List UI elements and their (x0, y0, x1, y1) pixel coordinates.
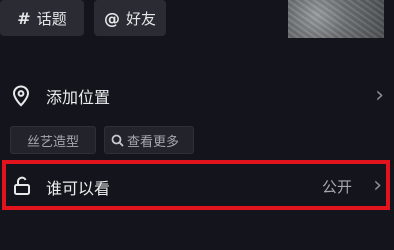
location-pin-icon (12, 85, 30, 107)
hashtag-icon: # (17, 8, 31, 28)
topic-chip-label: 话题 (36, 9, 67, 28)
who-can-see-label: 谁可以看 (46, 179, 111, 198)
who-can-see-row[interactable]: 谁可以看 公开 › (2, 160, 390, 210)
location-suggestion-tag[interactable]: 丝艺造型 (10, 126, 96, 154)
at-icon: @ (103, 8, 120, 28)
chevron-right-icon: › (373, 173, 382, 198)
video-cover-thumbnail[interactable] (288, 0, 384, 38)
add-location-label: 添加位置 (46, 88, 111, 107)
privacy-value: 公开 (321, 178, 352, 196)
unlock-icon (12, 176, 32, 200)
view-more-tag[interactable]: 查看更多 (104, 126, 194, 154)
mention-friend-chip[interactable]: @ 好友 (94, 0, 166, 36)
chevron-right-icon: › (375, 83, 384, 108)
search-icon (111, 134, 124, 147)
topic-chip[interactable]: # 话题 (0, 0, 84, 36)
view-more-label: 查看更多 (127, 134, 180, 150)
friend-chip-label: 好友 (125, 9, 156, 28)
add-location-row[interactable]: 添加位置 › (0, 76, 394, 116)
